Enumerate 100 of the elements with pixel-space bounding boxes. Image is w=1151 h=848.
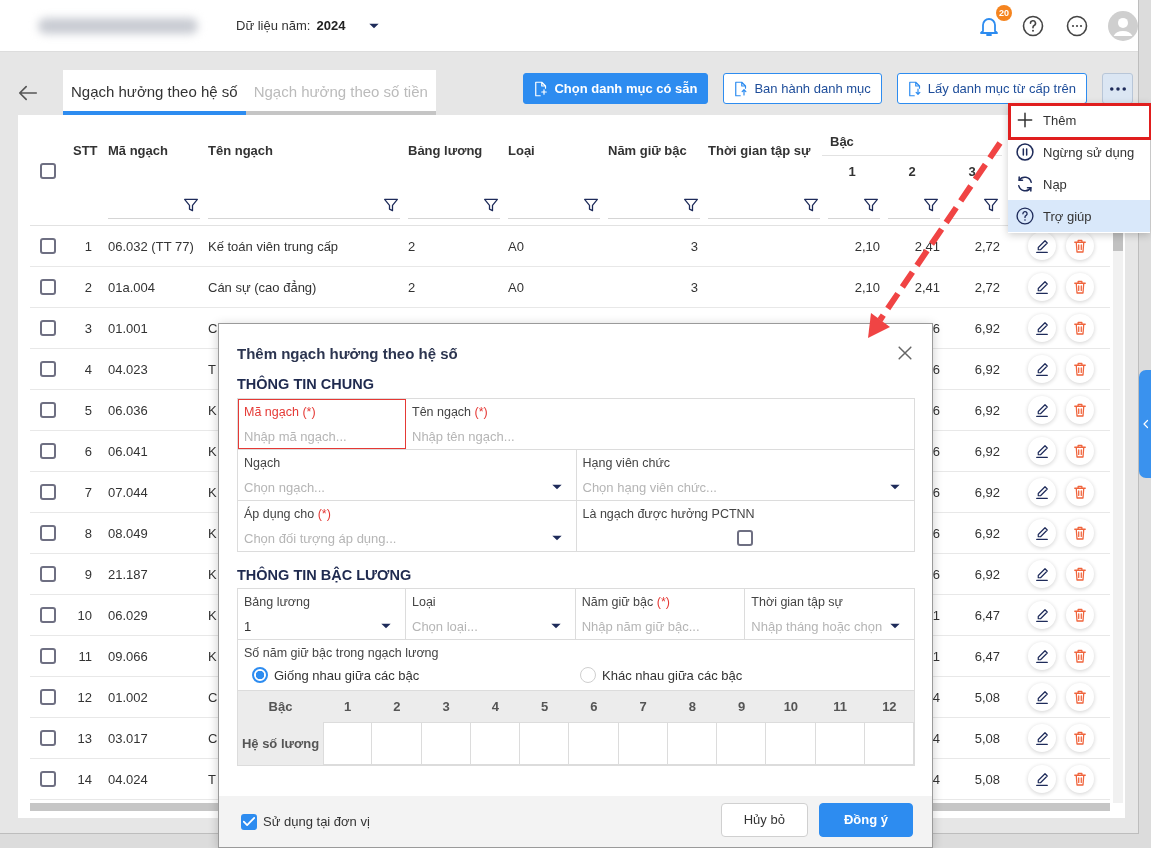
edit-button[interactable] bbox=[1028, 478, 1056, 506]
filter-icon[interactable] bbox=[802, 196, 820, 214]
input-field[interactable] bbox=[815, 722, 865, 765]
filter-icon[interactable] bbox=[982, 196, 1000, 214]
select-all-checkbox[interactable] bbox=[40, 163, 56, 179]
edit-button[interactable] bbox=[1028, 519, 1056, 547]
input-field[interactable]: Nhập tên ngạch... bbox=[412, 428, 902, 444]
delete-button[interactable] bbox=[1066, 683, 1094, 711]
delete-button[interactable] bbox=[1066, 314, 1094, 342]
year-dropdown[interactable]: 2024 bbox=[316, 18, 346, 33]
select-field[interactable]: Chọn hạng viên chức... bbox=[582, 479, 884, 495]
delete-button[interactable] bbox=[1066, 232, 1094, 260]
delete-button[interactable] bbox=[1066, 519, 1094, 547]
row-checkbox[interactable] bbox=[40, 607, 56, 623]
filter-icon[interactable] bbox=[482, 196, 500, 214]
delete-button[interactable] bbox=[1066, 478, 1094, 506]
delete-button[interactable] bbox=[1066, 601, 1094, 629]
edit-button[interactable] bbox=[1028, 560, 1056, 588]
more-button[interactable] bbox=[1102, 73, 1133, 104]
delete-button[interactable] bbox=[1066, 765, 1094, 793]
row-checkbox[interactable] bbox=[40, 238, 56, 254]
table-cell: T bbox=[208, 361, 216, 377]
edit-button[interactable] bbox=[1028, 273, 1056, 301]
more-icon[interactable] bbox=[1065, 13, 1089, 38]
row-checkbox[interactable] bbox=[40, 402, 56, 418]
help-icon[interactable] bbox=[1021, 13, 1045, 38]
row-checkbox[interactable] bbox=[40, 648, 56, 664]
edit-button[interactable] bbox=[1028, 765, 1056, 793]
check-icon bbox=[243, 815, 255, 828]
select-field[interactable]: 1 bbox=[244, 618, 375, 634]
row-checkbox[interactable] bbox=[40, 320, 56, 336]
side-panel-handle[interactable] bbox=[1139, 370, 1151, 478]
input-field[interactable] bbox=[470, 722, 520, 765]
delete-button[interactable] bbox=[1066, 724, 1094, 752]
input-field[interactable]: Nhập mã ngạch... bbox=[244, 428, 393, 444]
grid-header: 1 bbox=[343, 698, 353, 716]
row-checkbox[interactable] bbox=[40, 689, 56, 705]
toolbar-button[interactable]: Ban hành danh mục bbox=[723, 73, 882, 104]
row-checkbox[interactable] bbox=[40, 525, 56, 541]
filter-icon[interactable] bbox=[382, 196, 400, 214]
trash-icon bbox=[1071, 278, 1089, 296]
delete-button[interactable] bbox=[1066, 396, 1094, 424]
select-field[interactable]: Chọn ngạch... bbox=[244, 479, 546, 495]
edit-button[interactable] bbox=[1028, 601, 1056, 629]
filter-icon[interactable] bbox=[862, 196, 880, 214]
row-checkbox[interactable] bbox=[40, 484, 56, 500]
select-field[interactable]: Nhập tháng hoặc chọn bbox=[751, 618, 884, 634]
select-field[interactable]: Chọn đối tượng áp dụng... bbox=[244, 530, 546, 546]
row-checkbox[interactable] bbox=[40, 730, 56, 746]
input-field[interactable] bbox=[421, 722, 471, 765]
delete-button[interactable] bbox=[1066, 355, 1094, 383]
input-field[interactable] bbox=[569, 722, 619, 765]
select-field[interactable]: Chọn loại... bbox=[412, 618, 545, 634]
toolbar-button[interactable]: Lấy danh mục từ cấp trên bbox=[896, 73, 1087, 104]
row-checkbox[interactable] bbox=[40, 279, 56, 295]
edit-button[interactable] bbox=[1028, 396, 1056, 424]
edit-button[interactable] bbox=[1028, 355, 1056, 383]
radio-button[interactable] bbox=[252, 667, 268, 683]
edit-button[interactable] bbox=[1028, 642, 1056, 670]
radio-button[interactable] bbox=[580, 667, 596, 683]
delete-button[interactable] bbox=[1066, 560, 1094, 588]
input-field[interactable] bbox=[717, 722, 767, 765]
edit-button[interactable] bbox=[1028, 437, 1056, 465]
menu-item[interactable]: Ngừng sử dụng bbox=[1008, 136, 1150, 168]
edit-button[interactable] bbox=[1028, 683, 1056, 711]
cancel-button[interactable]: Hủy bỏ bbox=[720, 802, 808, 837]
row-checkbox[interactable] bbox=[40, 361, 56, 377]
tab[interactable]: Ngạch hưởng theo hệ số bbox=[63, 70, 246, 115]
delete-button[interactable] bbox=[1066, 437, 1094, 465]
input-field[interactable] bbox=[520, 722, 570, 765]
filter-icon[interactable] bbox=[182, 196, 200, 214]
row-checkbox[interactable] bbox=[40, 771, 56, 787]
filter-icon[interactable] bbox=[682, 196, 700, 214]
checkbox-label[interactable]: Sử dụng tại đơn vị bbox=[263, 814, 370, 829]
checkbox[interactable] bbox=[241, 813, 257, 830]
checkbox[interactable] bbox=[737, 530, 754, 546]
menu-item[interactable]: Nạp bbox=[1008, 168, 1150, 200]
delete-button[interactable] bbox=[1066, 273, 1094, 301]
input-field[interactable]: Nhập năm giữ bậc... bbox=[581, 618, 733, 634]
grid-header: 8 bbox=[687, 698, 697, 716]
radio-label[interactable]: Khác nhau giữa các bậc bbox=[602, 667, 743, 683]
field-label: Là ngạch được hưởng PCTNN bbox=[582, 506, 756, 522]
input-field[interactable] bbox=[864, 722, 914, 765]
input-field[interactable] bbox=[667, 722, 717, 765]
edit-button[interactable] bbox=[1028, 314, 1056, 342]
input-field[interactable] bbox=[372, 722, 422, 765]
delete-button[interactable] bbox=[1066, 642, 1094, 670]
row-checkbox[interactable] bbox=[40, 443, 56, 459]
edit-button[interactable] bbox=[1028, 724, 1056, 752]
input-field[interactable] bbox=[323, 722, 373, 765]
input-field[interactable] bbox=[618, 722, 668, 765]
radio-label[interactable]: Giống nhau giữa các bậc bbox=[274, 667, 420, 683]
edit-button[interactable] bbox=[1028, 232, 1056, 260]
input-field[interactable] bbox=[766, 722, 816, 765]
filter-icon[interactable] bbox=[922, 196, 940, 214]
filter-icon[interactable] bbox=[582, 196, 600, 214]
menu-item[interactable]: Thêm bbox=[1008, 104, 1150, 136]
row-checkbox[interactable] bbox=[40, 566, 56, 582]
menu-item[interactable]: Trợ giúp bbox=[1008, 200, 1150, 232]
table-cell: 2,72 bbox=[974, 279, 1000, 295]
